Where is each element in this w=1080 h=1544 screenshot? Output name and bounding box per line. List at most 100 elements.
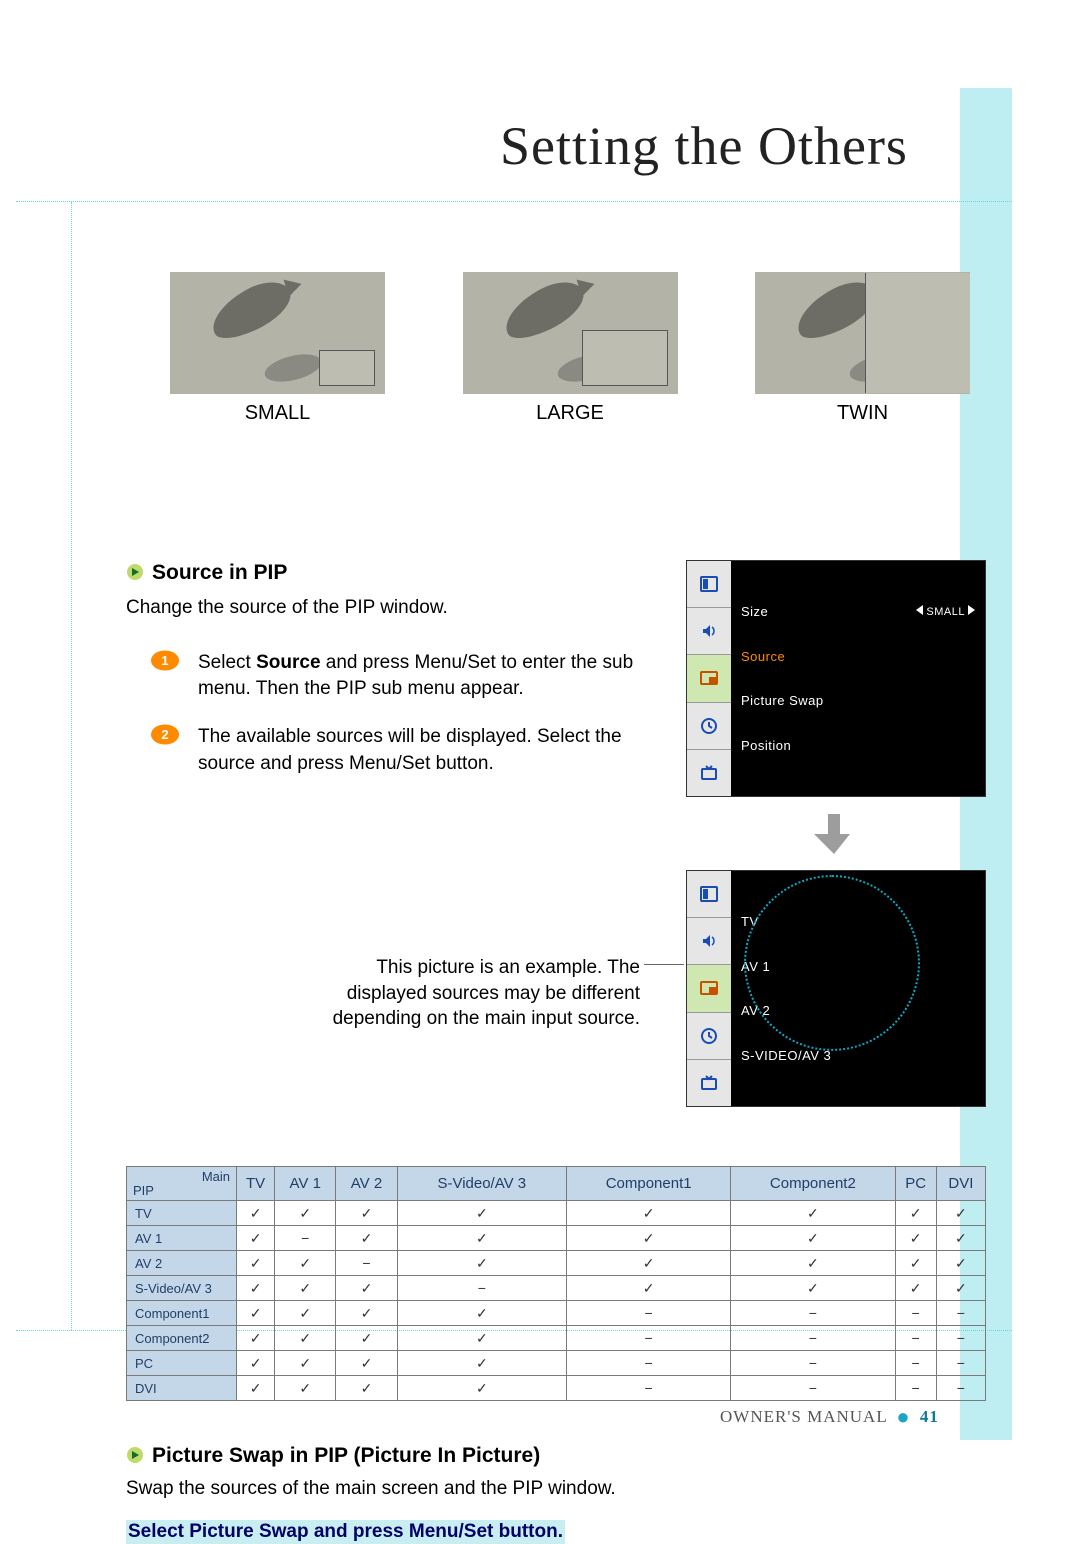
dash-icon [301,1230,309,1246]
check-icon [250,1230,262,1246]
dash-icon [645,1380,653,1396]
bullet-icon [126,1444,144,1468]
section-picture-swap: Picture Swap in PIP (Picture In Picture)… [126,1444,616,1544]
dash-icon [957,1380,965,1396]
check-icon [643,1280,655,1296]
check-icon [250,1330,262,1346]
source-compat-table: PIPMainTVAV 1AV 2S-Video/AV 3Component1C… [126,1166,986,1401]
table-cell [275,1376,336,1401]
table-cell [336,1251,397,1276]
check-icon [361,1205,373,1221]
table-row: TV [127,1201,986,1226]
check-icon [299,1255,311,1271]
section-source-in-pip: Source in PIP Change the source of the P… [126,561,448,619]
table-cell [336,1201,397,1226]
osd-menu-item: TV [741,914,975,929]
dash-icon [957,1330,965,1346]
osd-source-submenu: TVAV 1AV 2S-VIDEO/AV 3 [686,870,986,1107]
table-cell [936,1301,985,1326]
check-icon [476,1305,488,1321]
pip-icon [687,965,731,1012]
check-icon [250,1355,262,1371]
table-cell [275,1301,336,1326]
osd1-body: SizeSMALLSourcePicture SwapPosition [731,561,985,796]
section-swap-instruction: Select Picture Swap and press Menu/Set b… [126,1520,565,1544]
step-list: 1 Select Source and press Menu/Set to en… [150,650,640,799]
check-icon [476,1330,488,1346]
step-1-text: Select Source and press Menu/Set to ente… [198,650,640,702]
check-icon [250,1205,262,1221]
down-arrow-icon [810,810,858,858]
table-cell [936,1201,985,1226]
table-cell [397,1201,566,1226]
check-icon [299,1330,311,1346]
osd-menu-item: Picture Swap [741,693,975,708]
caption-twin: TWIN [755,402,970,425]
table-cell [895,1301,936,1326]
footer-label: OWNER'S MANUAL [720,1407,887,1426]
table-row: Component1 [127,1301,986,1326]
table-cell [275,1201,336,1226]
dash-icon [645,1330,653,1346]
table-cell [237,1326,275,1351]
table-col-header: S-Video/AV 3 [397,1167,566,1201]
table-row: AV 1 [127,1226,986,1251]
table-row: DVI [127,1376,986,1401]
table-cell [237,1251,275,1276]
dash-icon [912,1380,920,1396]
check-icon [476,1380,488,1396]
table-col-header: PC [895,1167,936,1201]
table-cell [336,1301,397,1326]
table-row-header: Component2 [127,1326,237,1351]
table-cell [397,1301,566,1326]
table-row-header: Component1 [127,1301,237,1326]
clock-icon [687,703,731,750]
table-cell [397,1376,566,1401]
osd-menu-item: AV 1 [741,959,975,974]
pip-icon [687,655,731,702]
step-2: 2 The available sources will be displaye… [150,724,640,776]
bullet-icon [126,561,144,585]
check-icon [807,1205,819,1221]
dash-icon [957,1305,965,1321]
table-cell [275,1351,336,1376]
check-icon [807,1280,819,1296]
check-icon [476,1255,488,1271]
table-cell [895,1351,936,1376]
table-cell [237,1201,275,1226]
picture-icon [687,871,731,918]
check-icon [910,1205,922,1221]
check-icon [807,1255,819,1271]
check-icon [955,1205,967,1221]
table-cell [731,1326,895,1351]
table-cell [731,1251,895,1276]
table-cell [567,1301,731,1326]
table-col-header: AV 1 [275,1167,336,1201]
table-row: S-Video/AV 3 [127,1276,986,1301]
step-1-pre: Select [198,652,256,673]
dash-icon [912,1305,920,1321]
section-swap-heading: Picture Swap in PIP (Picture In Picture) [152,1444,540,1468]
table-cell [336,1276,397,1301]
manual-page: Setting the Others SMALL LARGE TWIN Sour… [0,0,1080,1526]
check-icon [299,1205,311,1221]
table-cell [936,1351,985,1376]
caption-small: SMALL [170,402,385,425]
rule-vertical [71,202,72,1330]
check-icon [250,1380,262,1396]
check-icon [643,1255,655,1271]
check-icon [361,1230,373,1246]
dash-icon [957,1355,965,1371]
step-1: 1 Select Source and press Menu/Set to en… [150,650,640,702]
sound-icon [687,918,731,965]
table-cell [895,1376,936,1401]
check-icon [250,1255,262,1271]
osd-icon-column [687,871,731,1106]
table-body: TVAV 1AV 2S-Video/AV 3Component1Componen… [127,1201,986,1401]
table-cell [567,1276,731,1301]
table-cell [397,1226,566,1251]
clock-icon [687,1013,731,1060]
table-cell [397,1351,566,1376]
dash-icon [912,1355,920,1371]
table-cell [567,1201,731,1226]
